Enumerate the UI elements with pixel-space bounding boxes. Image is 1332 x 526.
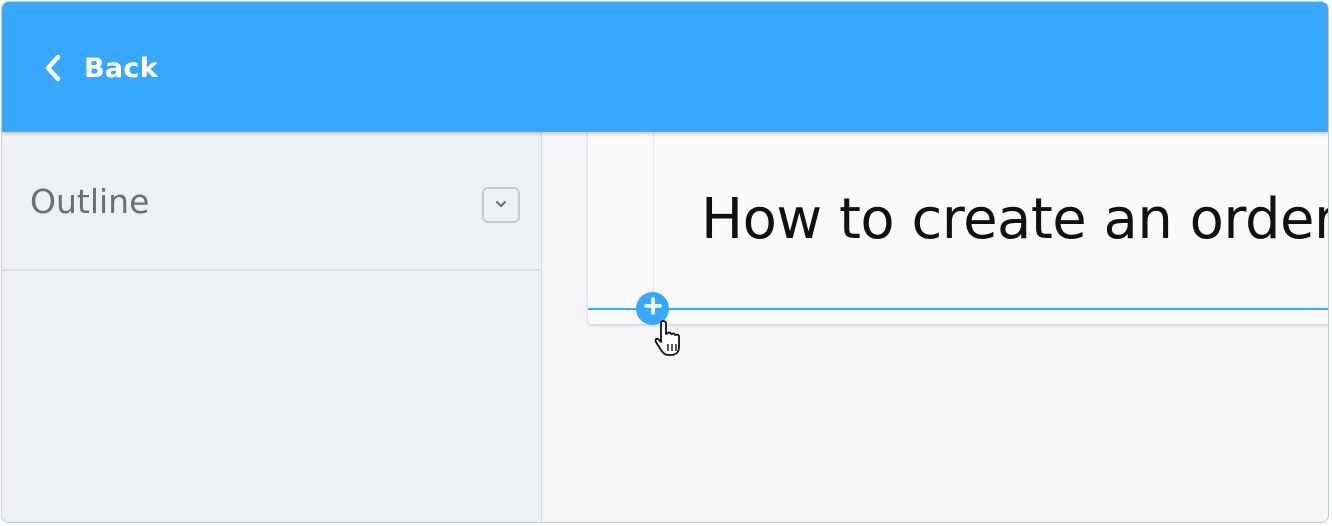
chevron-left-icon — [42, 53, 64, 83]
title-block[interactable]: How to create an order — [588, 132, 1328, 325]
insert-line — [588, 308, 1328, 310]
app-window: Back Outline How to create an order — [1, 1, 1329, 523]
back-label: Back — [84, 52, 158, 84]
back-button[interactable]: Back — [42, 48, 158, 88]
top-bar: Back — [2, 2, 1328, 132]
outline-sidebar: Outline — [2, 132, 542, 522]
outline-toggle-button[interactable] — [482, 187, 520, 223]
block-gutter — [653, 132, 654, 308]
outline-title: Outline — [30, 182, 150, 221]
outline-header: Outline — [2, 132, 541, 271]
document-title[interactable]: How to create an order — [701, 187, 1328, 252]
chevron-down-icon — [494, 196, 508, 214]
hand-pointer-icon — [653, 318, 687, 358]
